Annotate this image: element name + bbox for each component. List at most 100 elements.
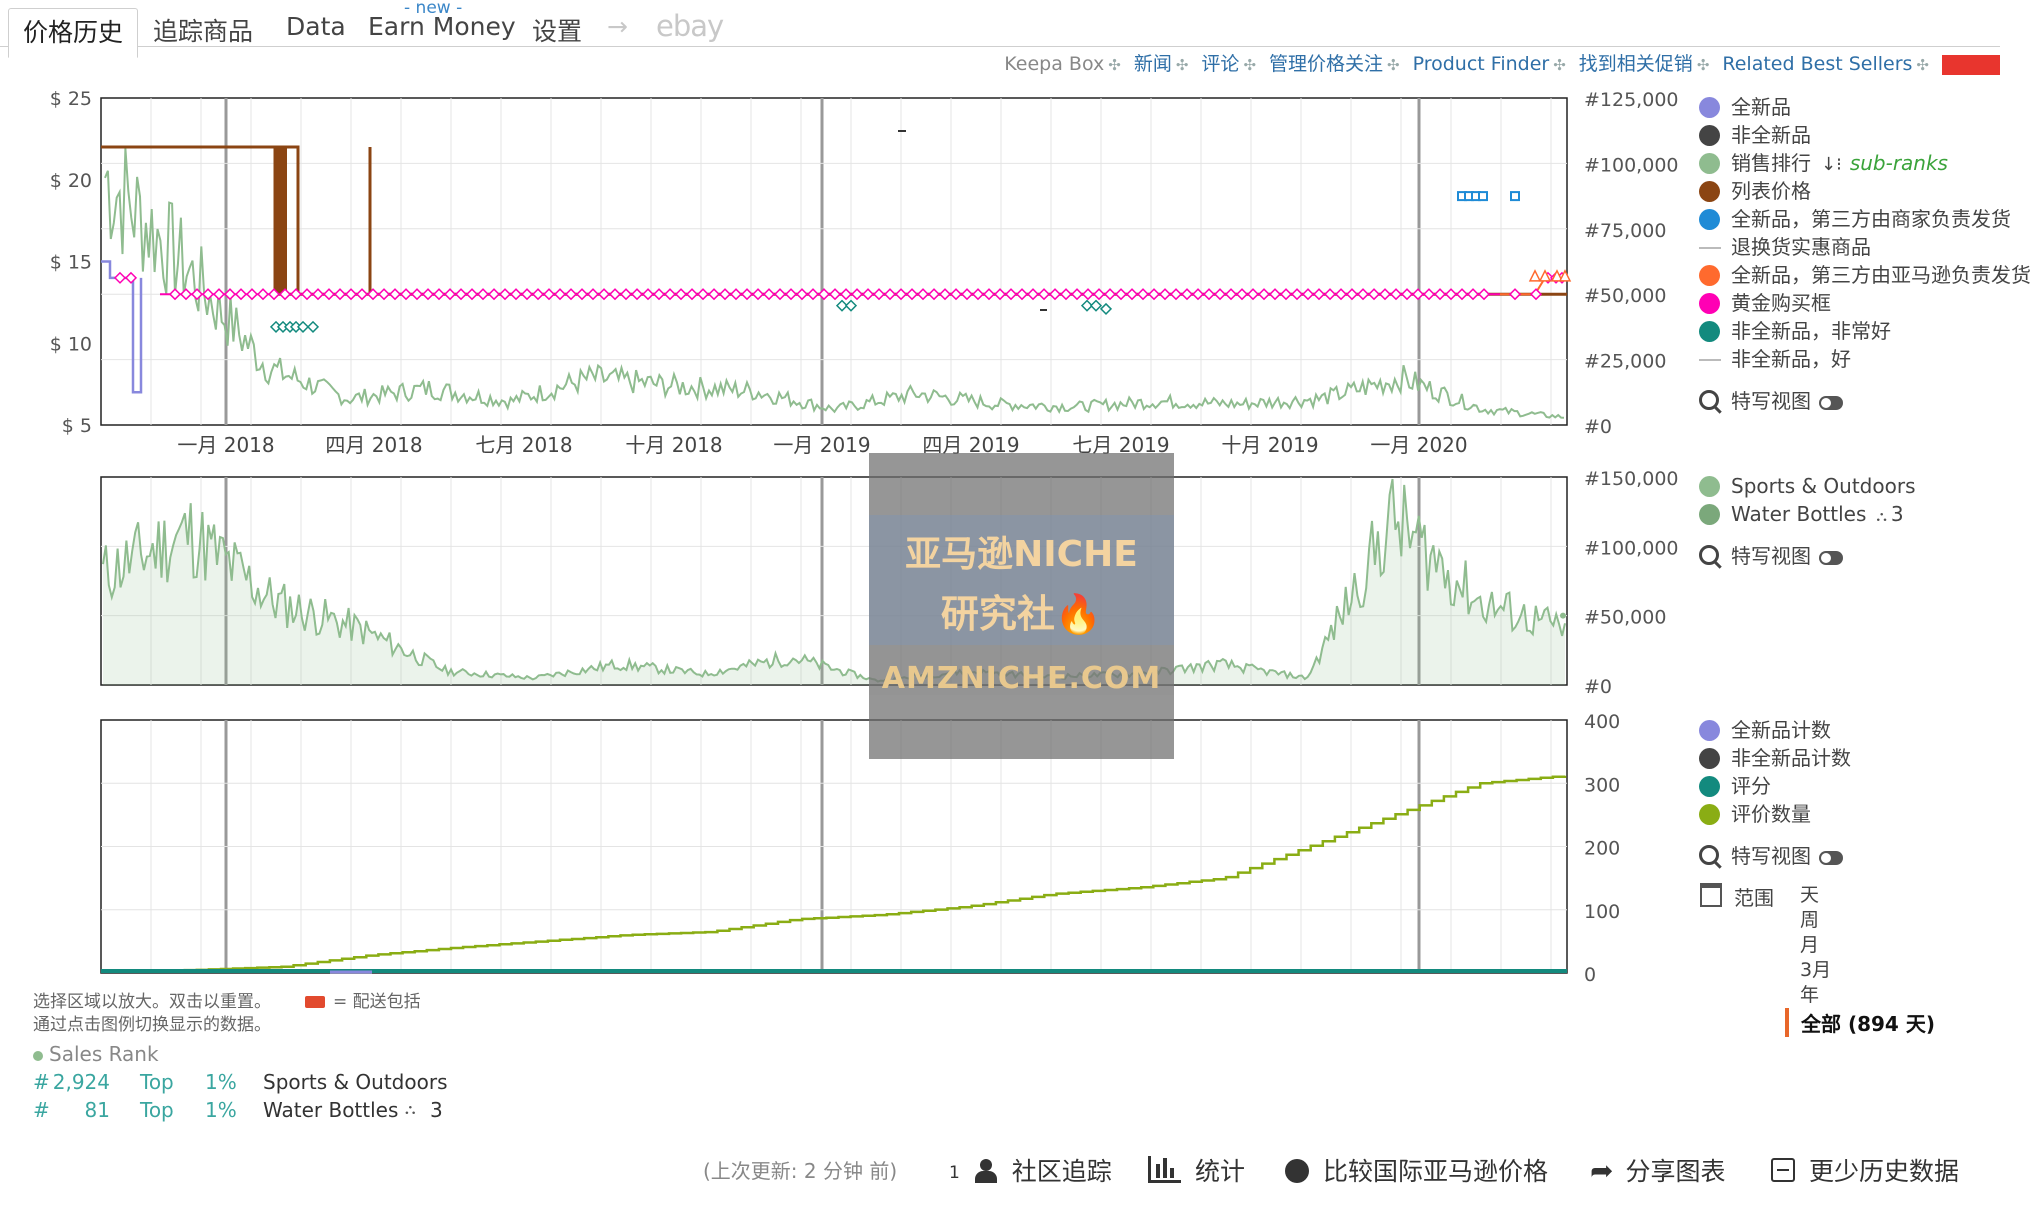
y-right-tick-label: 100 (1584, 901, 1620, 923)
sitemap-icon: ⛬ (405, 1100, 416, 1118)
watermark-line1: 亚马逊NICHE (905, 534, 1138, 575)
buy-box-point (1529, 288, 1543, 301)
buy-box-point (399, 288, 413, 301)
toggle-icon[interactable] (1819, 550, 1843, 565)
legend-item-4[interactable]: 全新品，第三方由商家负责发货 (1697, 205, 2031, 233)
range-option-1[interactable]: 周 (1800, 908, 1831, 933)
toggle-icon[interactable] (1819, 395, 1843, 410)
chart-frame (100, 97, 1568, 426)
legend-label: 非全新品计数 (1731, 746, 1851, 770)
review-count-line (112, 775, 1567, 973)
range-selected-all[interactable]: 全部 (894 天) (1785, 1008, 1935, 1037)
less-history-button[interactable]: 更少历史数据 (1771, 1152, 1959, 1188)
rank-area-fill (103, 479, 1565, 685)
buy-box-point (465, 288, 479, 301)
legend-item-8[interactable]: 非全新品，非常好 (1697, 317, 2031, 345)
legend-count-item-1[interactable]: 非全新品计数 (1697, 744, 1851, 772)
toggle-icon[interactable] (1819, 850, 1843, 865)
compare-intl-button[interactable]: 比较国际亚马逊价格 (1285, 1152, 1548, 1188)
watermark-line2: 研究社🔥 (940, 592, 1103, 636)
legend-item-6[interactable]: 全新品，第三方由亚马逊负责发货 (1697, 261, 2031, 289)
buy-box-point (1279, 288, 1293, 301)
x-tick-label: 一月 2020 (1370, 433, 1467, 457)
sub-ranks-link[interactable]: sub-ranks (1850, 151, 1948, 175)
share-chart-button[interactable]: ➦ 分享图表 (1590, 1152, 1725, 1188)
legend-dot-icon (1699, 321, 1720, 342)
sort-icon[interactable]: ↓⁝ (1821, 154, 1842, 175)
buy-box-point (311, 288, 325, 301)
legend-item-2[interactable]: 销售排行 ↓⁝ sub-ranks (1697, 149, 2031, 177)
legend-main: 全新品 非全新品 销售排行 ↓⁝ sub-ranks 列表价格 全新品，第三方由商家负责发货… (1697, 93, 2031, 415)
buy-box-point (707, 288, 721, 301)
legend-item-5[interactable]: 退换货实惠商品 (1697, 233, 2031, 261)
shipping-hint-text: = 配送包括 (333, 992, 421, 1012)
buy-box-point (1334, 288, 1348, 301)
buy-box-point (608, 288, 622, 301)
legend-item-7[interactable]: 黄金购买框 (1697, 289, 2031, 317)
legend-label: Water Bottles (1731, 502, 1867, 526)
legend-count-item-3[interactable]: 评价数量 (1697, 800, 1851, 828)
buy-box-point (1224, 288, 1238, 301)
buy-box-point (619, 288, 633, 301)
y-right-tick-label: #100,000 (1584, 154, 1679, 176)
buy-box-point (1389, 288, 1403, 301)
buy-box-point (1367, 288, 1381, 301)
rank-end-point (1560, 612, 1566, 619)
legend-item-1[interactable]: 非全新品 (1697, 121, 2031, 149)
legend-dot-icon (1699, 804, 1720, 825)
buy-box-point (322, 288, 336, 301)
legend-label: 列表价格 (1731, 179, 1811, 203)
legend-dot-icon (1699, 720, 1720, 741)
buy-box-point (1235, 288, 1249, 301)
range-option-2[interactable]: 月 (1800, 933, 1831, 958)
buy-box-point (894, 288, 908, 301)
community-tracking[interactable]: 1 社区追踪 (949, 1152, 1112, 1188)
range-option-0[interactable]: 天 (1800, 883, 1831, 908)
buy-box-point (179, 288, 193, 301)
buy-box-point (1257, 288, 1271, 301)
legend-dot-icon (1699, 776, 1720, 797)
legend-label: 销售排行 (1731, 151, 1811, 175)
legend-item-0[interactable]: 全新品 (1697, 93, 2031, 121)
buy-box-point (575, 288, 589, 301)
buy-box-point (1125, 288, 1139, 301)
legend-label: 全新品 (1731, 95, 1791, 119)
less-history-label: 更少历史数据 (1809, 1157, 1960, 1186)
rank-rank: 2,924 (52, 1070, 110, 1094)
range-label: 范围 (1734, 886, 1774, 910)
range-option-4[interactable]: 年 (1800, 983, 1831, 1008)
buy-box-point (113, 271, 127, 284)
buy-box-point (355, 288, 369, 301)
legend-dash-icon (1699, 247, 1721, 249)
legend-rank-item-0[interactable]: Sports & Outdoors (1697, 472, 1916, 500)
minus-square-icon (1771, 1158, 1795, 1182)
close-up-toggle[interactable]: 特写视图 (1697, 542, 1916, 570)
buy-box-point (1037, 288, 1051, 301)
legend-dot-icon (1699, 293, 1720, 314)
legend-rank-item-1[interactable]: Water Bottles ⛬ 3 (1697, 500, 1916, 528)
close-up-toggle[interactable]: 特写视图 (1697, 842, 1851, 870)
legend-count-item-2[interactable]: 评分 (1697, 772, 1851, 800)
buy-box-point (729, 288, 743, 301)
legend-item-3[interactable]: 列表价格 (1697, 177, 2031, 205)
search-icon (1699, 545, 1719, 565)
buy-box-point (751, 288, 765, 301)
close-up-toggle[interactable]: 特写视图 (1697, 387, 2031, 415)
stats-button[interactable]: 统计 (1148, 1152, 1245, 1188)
range-options: 天周月 3月年 (1800, 883, 1831, 1008)
rank-top: Top (140, 1070, 174, 1094)
legend-dot-icon (1699, 265, 1720, 286)
legend-label: 非全新品，非常好 (1731, 319, 1891, 343)
share-icon: ➦ (1590, 1154, 1614, 1187)
buy-box-point (685, 288, 699, 301)
legend-item-9[interactable]: 非全新品，好 (1697, 345, 2031, 373)
buy-box-point (1092, 288, 1106, 301)
legend-hint: 通过点击图例切换显示的数据。 (33, 1015, 271, 1035)
legend-sales-rank: Sports & Outdoors Water Bottles ⛬ 3 特写视图 (1697, 472, 1916, 570)
rank-category: Sports & Outdoors (263, 1070, 448, 1094)
legend-count-item-0[interactable]: 全新品计数 (1697, 716, 1851, 744)
y-right-tick-label: 200 (1584, 838, 1620, 860)
sales-rank-title: Sales Rank (49, 1042, 159, 1066)
range-option-3[interactable]: 3月 (1800, 958, 1831, 983)
buy-box-point (1246, 288, 1260, 301)
